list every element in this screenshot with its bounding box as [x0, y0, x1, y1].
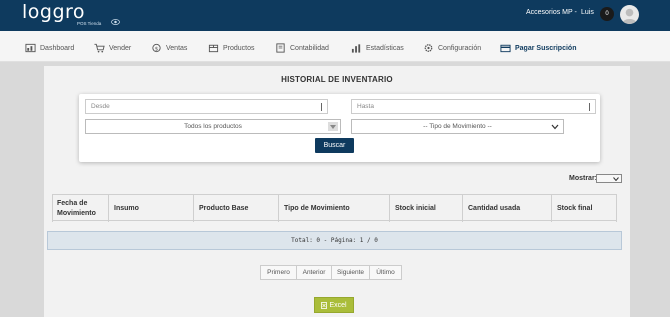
logo[interactable]: loggro POS Tienda [22, 1, 112, 26]
logo-text: loggro [22, 1, 86, 23]
column-header[interactable]: Insumo [109, 195, 194, 222]
ledger-icon [276, 43, 285, 53]
settings-icon [424, 44, 433, 52]
notification-badge[interactable]: 0 [600, 7, 614, 21]
top-bar: loggro POS Tienda Accesorios MP - Luis 0 [0, 0, 670, 31]
column-header[interactable]: Producto Base [194, 195, 279, 222]
movement-selected-value: -- Tipo de Movimiento -- [423, 123, 492, 130]
nav-item-ventas[interactable]: $ Ventas [151, 42, 187, 54]
next-page-button[interactable]: Siguiente [331, 265, 370, 280]
nav-label: Dashboard [40, 44, 75, 52]
chevron-down-icon [551, 124, 559, 130]
products-select[interactable]: Todos los productos [85, 119, 341, 134]
page-title: HISTORIAL DE INVENTARIO [281, 75, 393, 84]
nav-label: Productos [223, 44, 255, 52]
card-icon [500, 44, 511, 53]
nav-bar: Dashboard Vender $ Ventas Productos Cont… [0, 31, 670, 62]
nav-label: Estadísticas [366, 44, 404, 52]
previous-page-button[interactable]: Anterior [296, 265, 332, 280]
table-summary: Total: 0 - Página: 1 / 0 [47, 231, 622, 250]
nav-label: Configuración [438, 44, 482, 52]
nav-item-productos[interactable]: Productos [208, 42, 255, 54]
date-picker-icon[interactable] [589, 103, 592, 111]
export-excel-button[interactable]: Excel [314, 297, 354, 313]
eye-icon[interactable] [111, 19, 120, 25]
column-header[interactable]: Stock inicial [390, 195, 463, 222]
chevron-down-icon [613, 177, 619, 181]
nav-label: Ventas [166, 44, 188, 52]
nav-item-contabilidad[interactable]: Contabilidad [275, 42, 329, 54]
pagination: Primero Anterior Siguiente Último [260, 265, 402, 280]
column-header[interactable]: Tipo de Movimiento [279, 195, 390, 222]
first-page-button[interactable]: Primero [260, 265, 297, 280]
nav-item-dashboard[interactable]: Dashboard [25, 42, 74, 54]
nav-item-configuracion[interactable]: Configuración [423, 42, 481, 54]
bar-chart-icon [351, 44, 361, 53]
spreadsheet-icon [321, 301, 328, 309]
logo-subtitle: POS Tienda [77, 21, 102, 26]
chevron-down-icon [330, 124, 336, 129]
box-icon [208, 44, 219, 53]
movement-type-select[interactable]: -- Tipo de Movimiento -- [351, 119, 564, 134]
inventory-history-table: Fecha de Movimiento Insumo Producto Base… [52, 194, 617, 222]
excel-label: Excel [329, 301, 347, 309]
hasta-date-input[interactable]: Hasta [351, 99, 596, 114]
nav-label: Contabilidad [290, 44, 329, 52]
mostrar-label: Mostrar: [569, 175, 598, 182]
page-size-select[interactable] [596, 174, 622, 183]
column-header[interactable]: Stock final [552, 195, 617, 222]
nav-item-pagar-suscripcion[interactable]: Pagar Suscripción [500, 42, 576, 54]
date-picker-icon[interactable] [321, 103, 324, 111]
column-header[interactable]: Cantidad usada [463, 195, 552, 222]
avatar[interactable] [620, 5, 639, 24]
user-name[interactable]: Luis [581, 9, 594, 16]
account-label[interactable]: Accesorios MP - [526, 9, 577, 16]
cart-icon [94, 43, 105, 53]
desde-placeholder: Desde [91, 103, 110, 110]
desde-date-input[interactable]: Desde [85, 99, 328, 114]
dashboard-icon [25, 43, 36, 53]
nav-item-estadisticas[interactable]: Estadísticas [351, 42, 404, 54]
nav-item-vender[interactable]: Vender [94, 42, 131, 54]
search-button[interactable]: Buscar [315, 138, 354, 153]
nav-label: Vender [109, 44, 132, 52]
column-header[interactable]: Fecha de Movimiento [52, 195, 109, 222]
products-dropdown-toggle[interactable] [328, 122, 338, 131]
products-selected-value: Todos los productos [184, 123, 242, 130]
hasta-placeholder: Hasta [357, 103, 374, 110]
money-icon: $ [152, 43, 161, 52]
nav-label: Pagar Suscripción [515, 44, 577, 52]
svg-text:$: $ [155, 46, 159, 52]
last-page-button[interactable]: Último [369, 265, 402, 280]
